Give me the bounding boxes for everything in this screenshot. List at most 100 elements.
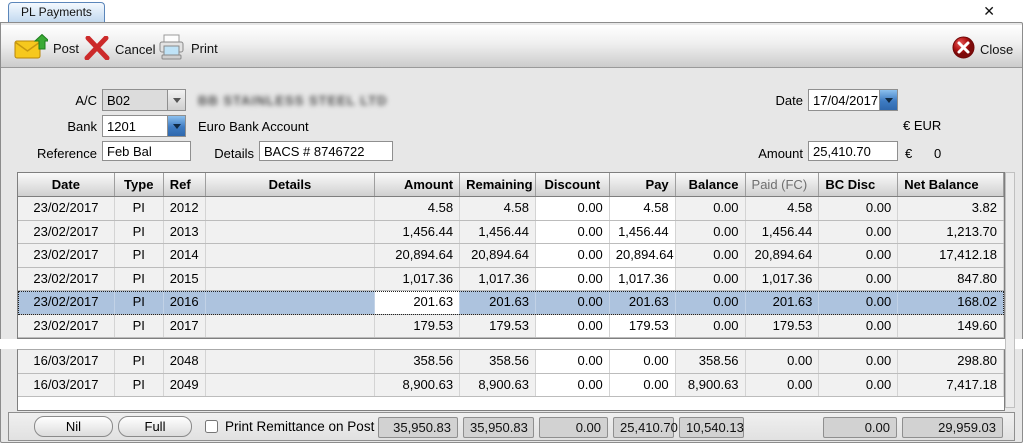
nil-button[interactable]: Nil: [34, 416, 113, 437]
date-dropdown-icon[interactable]: [879, 90, 897, 110]
print-remittance-checkbox[interactable]: [205, 420, 218, 433]
table-empty-filler: [18, 397, 1004, 410]
amount-fc-value: 0: [934, 146, 941, 161]
cancel-label: Cancel: [115, 42, 155, 57]
post-button[interactable]: Post: [14, 34, 79, 63]
balance-cell: 0.00: [676, 268, 746, 291]
discount-cell[interactable]: 0.00: [536, 244, 610, 267]
pay-cell[interactable]: 1,017.36: [610, 268, 676, 291]
details-cell: [206, 315, 376, 338]
window-close-icon[interactable]: ✕: [983, 3, 995, 20]
ref-cell: 2014: [164, 244, 206, 267]
remaining-cell: 358.56: [460, 350, 536, 373]
tab-pl-payments[interactable]: PL Payments: [8, 2, 105, 22]
table-row[interactable]: 16/03/2017PI20498,900.638,900.630.000.00…: [18, 374, 1004, 398]
column-header-date[interactable]: Date: [18, 173, 115, 196]
print-button[interactable]: Print: [156, 33, 218, 64]
discount-cell[interactable]: 0.00: [536, 268, 610, 291]
ref-cell: 2015: [164, 268, 206, 291]
column-header-type[interactable]: Type: [115, 173, 164, 196]
ref-cell: 2016: [164, 291, 206, 314]
remaining-cell: 8,900.63: [460, 374, 536, 397]
full-button[interactable]: Full: [118, 416, 192, 437]
column-header-ref[interactable]: Ref: [164, 173, 206, 196]
pay-cell[interactable]: 0.00: [610, 374, 676, 397]
remaining-cell: 179.53: [460, 315, 536, 338]
group-break-band: [0, 339, 1023, 349]
amount-cell: 1,456.44: [375, 221, 460, 244]
table-row[interactable]: 23/02/2017PI2016201.63201.630.00201.630.…: [18, 291, 1004, 315]
net_balance-cell: 847.80: [898, 268, 1004, 291]
remaining-cell: 20,894.64: [460, 244, 536, 267]
pay-cell[interactable]: 0.00: [610, 350, 676, 373]
date-combo[interactable]: 17/04/2017: [808, 89, 898, 111]
table-row[interactable]: 23/02/2017PI2017179.53179.530.00179.530.…: [18, 315, 1004, 339]
balance-cell: 8,900.63: [676, 374, 746, 397]
pay-cell[interactable]: 179.53: [610, 315, 676, 338]
column-header-discount[interactable]: Discount: [536, 173, 610, 196]
type-cell: PI: [115, 268, 164, 291]
column-header-pay[interactable]: Pay: [610, 173, 676, 196]
remaining-cell: 4.58: [460, 197, 536, 220]
date-cell: 23/02/2017: [18, 268, 115, 291]
reference-input[interactable]: [102, 141, 191, 161]
column-header-paid_fc[interactable]: Paid (FC): [746, 173, 820, 196]
bank-account-name: Euro Bank Account: [198, 119, 309, 134]
column-header-balance[interactable]: Balance: [676, 173, 746, 196]
ref-cell: 2013: [164, 221, 206, 244]
table-row[interactable]: 16/03/2017PI2048358.56358.560.000.00358.…: [18, 350, 1004, 374]
tab-strip: PL Payments ✕: [0, 0, 1023, 22]
ac-combo[interactable]: B02: [102, 89, 186, 111]
remaining-cell: 1,456.44: [460, 221, 536, 244]
vertical-scrollbar[interactable]: [1005, 172, 1015, 408]
table-row[interactable]: 23/02/2017PI201420,894.6420,894.640.0020…: [18, 244, 1004, 268]
details-input[interactable]: [259, 141, 393, 161]
ac-account-name: BB STAINLESS STEEL LTD: [198, 93, 388, 108]
total-amount: 35,950.83: [378, 417, 458, 438]
amount-input[interactable]: [808, 141, 898, 161]
discount-cell[interactable]: 0.00: [536, 221, 610, 244]
footer-bar: Nil Full Print Remittance on Post 35,950…: [8, 412, 1015, 441]
pay-cell[interactable]: 4.58: [610, 197, 676, 220]
table-row[interactable]: 23/02/2017PI20151,017.361,017.360.001,01…: [18, 268, 1004, 292]
net_balance-cell: 168.02: [898, 291, 1004, 314]
type-cell: PI: [115, 315, 164, 338]
net_balance-cell: 17,412.18: [898, 244, 1004, 267]
column-header-net_balance[interactable]: Net Balance: [898, 173, 1004, 196]
bank-dropdown-icon[interactable]: [167, 116, 185, 136]
date-cell: 16/03/2017: [18, 350, 115, 373]
pay-cell[interactable]: 201.63: [610, 291, 676, 314]
bc_disc-cell: 0.00: [819, 197, 898, 220]
pl-payments-window: PL Payments ✕ Post Cancel: [0, 0, 1023, 444]
discount-cell[interactable]: 0.00: [536, 374, 610, 397]
bank-combo[interactable]: 1201: [102, 115, 186, 137]
cancel-button[interactable]: Cancel: [84, 36, 155, 63]
type-cell: PI: [115, 374, 164, 397]
amount-cell: 8,900.63: [375, 374, 460, 397]
close-button[interactable]: Close: [952, 36, 1013, 62]
date-cell: 23/02/2017: [18, 291, 115, 314]
pay-cell[interactable]: 20,894.64: [610, 244, 676, 267]
ac-dropdown-icon[interactable]: [167, 90, 185, 110]
net_balance-cell: 298.80: [898, 350, 1004, 373]
discount-cell[interactable]: 0.00: [536, 315, 610, 338]
discount-cell[interactable]: 0.00: [536, 350, 610, 373]
pay-cell[interactable]: 1,456.44: [610, 221, 676, 244]
table-row[interactable]: 23/02/2017PI20124.584.580.004.580.004.58…: [18, 197, 1004, 221]
bc_disc-cell: 0.00: [819, 221, 898, 244]
amount-cell: 179.53: [375, 315, 460, 338]
net_balance-cell: 1,213.70: [898, 221, 1004, 244]
paid_fc-cell: 20,894.64: [746, 244, 820, 267]
discount-cell[interactable]: 0.00: [536, 197, 610, 220]
table-row[interactable]: 23/02/2017PI20131,456.441,456.440.001,45…: [18, 221, 1004, 245]
column-header-details[interactable]: Details: [206, 173, 376, 196]
column-header-bc_disc[interactable]: BC Disc: [819, 173, 898, 196]
discount-cell[interactable]: 0.00: [536, 291, 610, 314]
total-net_balance: 29,959.03: [902, 417, 1003, 438]
column-header-amount[interactable]: Amount: [375, 173, 460, 196]
details-label: Details: [214, 146, 254, 161]
reference-label: Reference: [20, 146, 97, 161]
balance-cell: 0.00: [676, 197, 746, 220]
amount-cell: 358.56: [375, 350, 460, 373]
column-header-remaining[interactable]: Remaining: [460, 173, 536, 196]
